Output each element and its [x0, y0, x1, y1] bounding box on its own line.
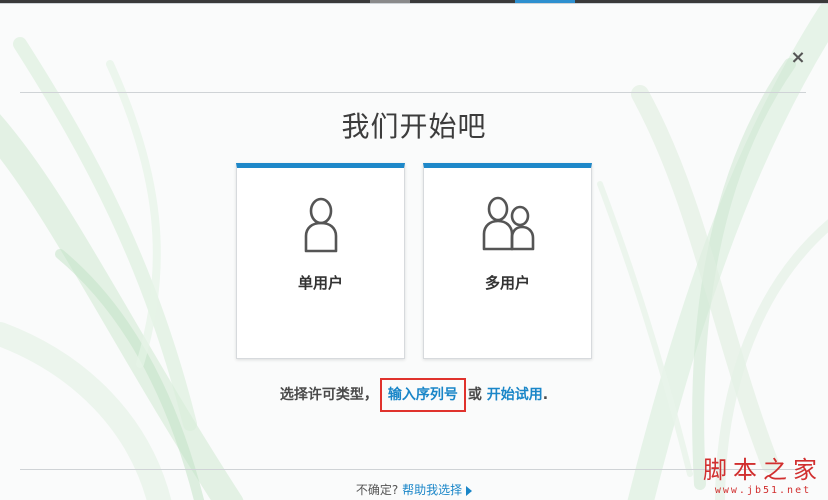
help-me-choose-label: 帮助我选择: [402, 483, 463, 497]
close-button[interactable]: ×: [788, 48, 808, 68]
header-divider: [20, 92, 806, 93]
start-trial-link[interactable]: 开始试用: [487, 387, 543, 403]
single-user-label: 单用户: [297, 274, 343, 292]
multi-user-card[interactable]: 多用户: [423, 163, 592, 359]
license-type-prompt: 选择许可类型， 输入序列号或 开始试用.: [0, 378, 828, 412]
screen: × 我们开始吧 单用户 多用户 选择许可类型， 输入序列号 或 开始试用. 不确…: [0, 0, 828, 500]
play-arrow-icon: [466, 485, 473, 496]
serial-highlight-box: 输入序列号: [379, 378, 466, 412]
watermark-url: www.jb51.net: [714, 485, 812, 496]
site-watermark: 脚本之家 www.jb51.net: [698, 456, 828, 498]
multi-user-icon: [424, 194, 591, 254]
help-me-choose-link[interactable]: 帮助我选择: [402, 483, 473, 497]
single-user-card[interactable]: 单用户: [236, 163, 405, 359]
multi-user-label: 多用户: [484, 274, 530, 292]
enter-serial-link[interactable]: 输入序列号: [388, 387, 458, 403]
dialog-title: 我们开始吧: [341, 110, 487, 143]
license-prefix-text: 选择许可类型，: [279, 387, 378, 403]
close-icon: ×: [790, 47, 806, 68]
license-suffix-text: .: [542, 387, 549, 403]
watermark-main: 脚本之家: [703, 456, 823, 484]
single-user-icon: [237, 194, 404, 254]
license-or-text: 或: [467, 387, 482, 403]
license-dialog: × 我们开始吧 单用户 多用户 选择许可类型， 输入序列号 或 开始试用. 不确…: [0, 3, 828, 500]
footer-question: 不确定?: [355, 483, 399, 497]
footer-divider: [20, 469, 806, 470]
background-artwork: [0, 4, 828, 500]
